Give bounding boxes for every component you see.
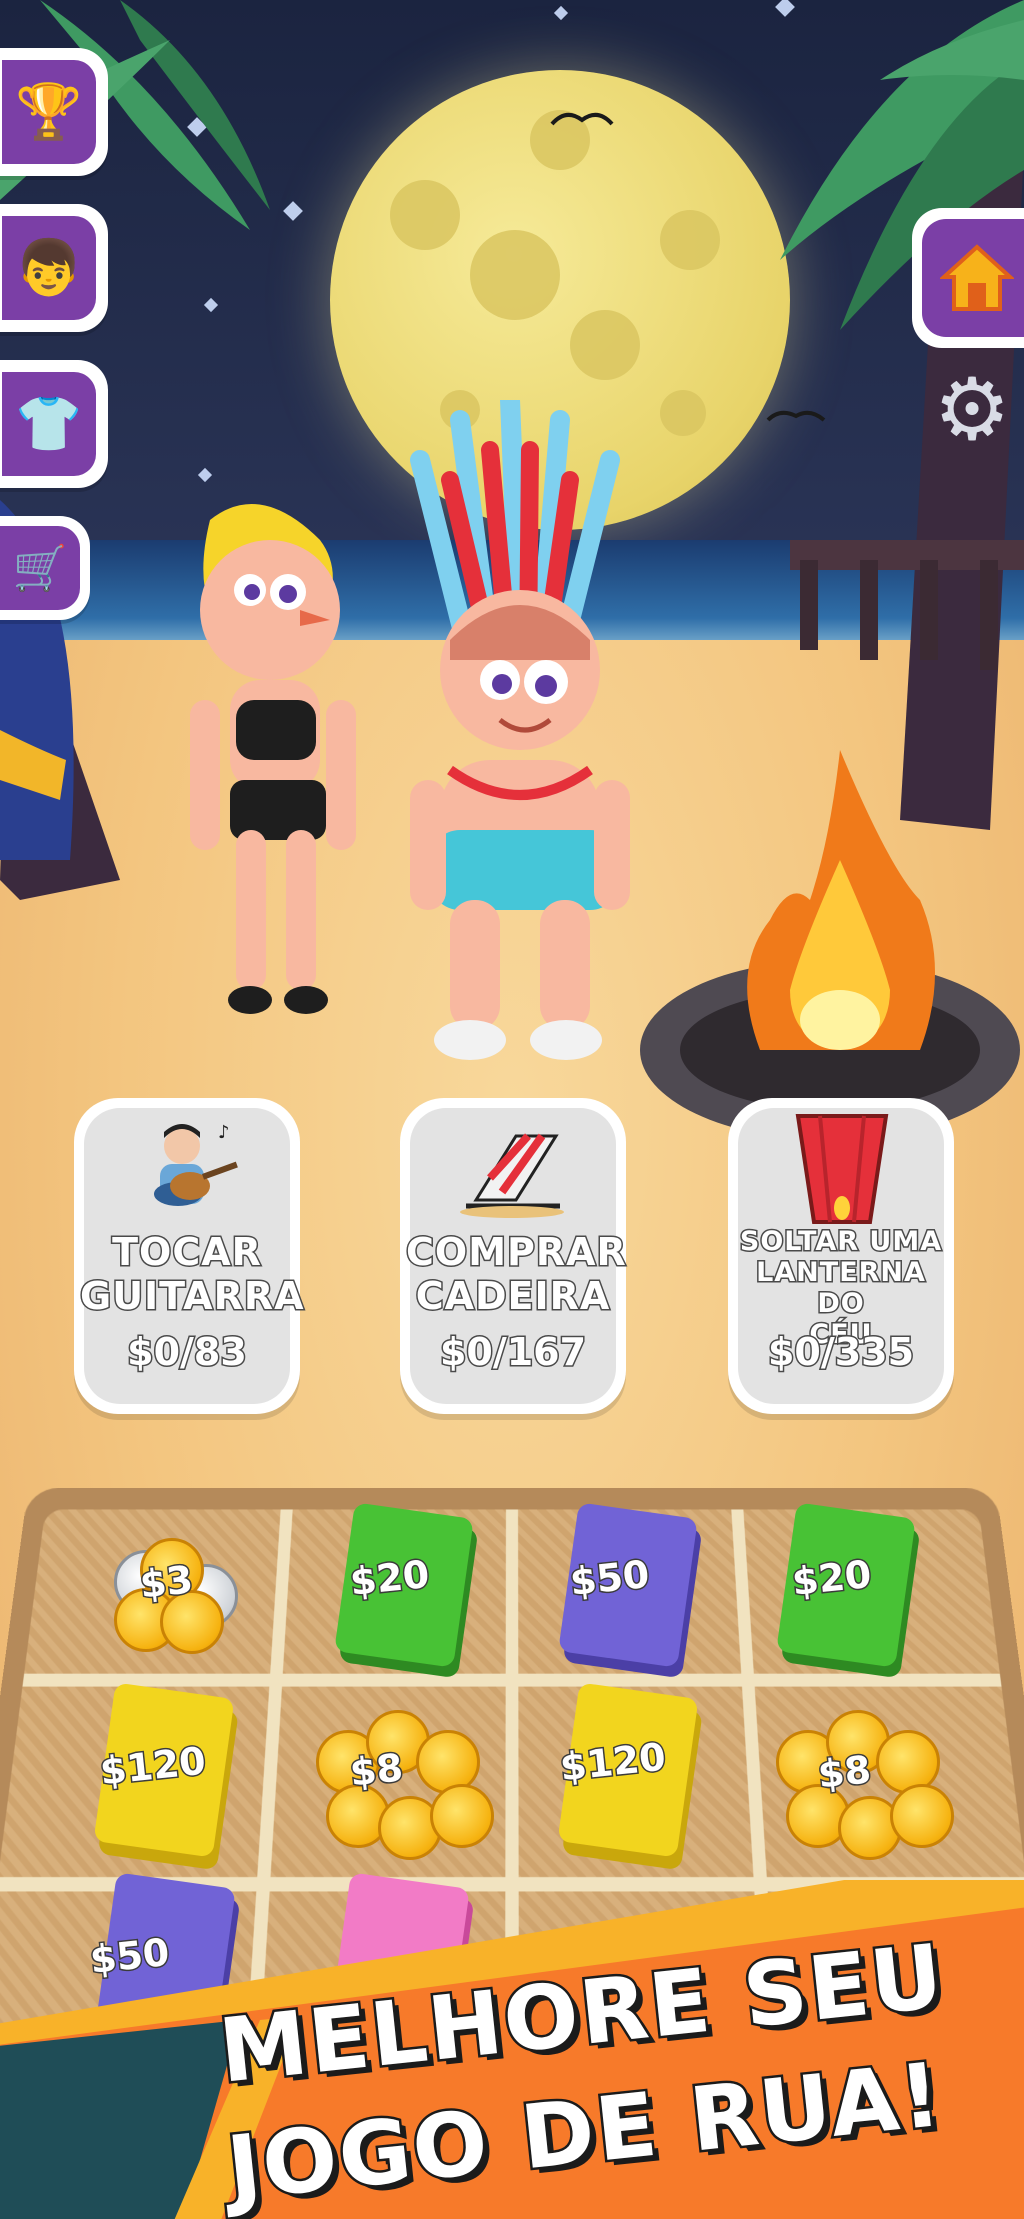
tray-slot-bill[interactable]: $20 [330,1502,530,1680]
action-title-line: CADEIRA [414,1273,611,1320]
tray-slot-bill[interactable]: $20 [776,1502,976,1680]
tray-item-value: $20 [788,1550,874,1605]
action-card-release-lantern[interactable]: SOLTAR UMA LANTERNA DO CÉU $0/335 [728,1098,954,1414]
tray-slot-bill[interactable]: $50 [554,1502,754,1680]
outfit-button[interactable]: 👕 [0,360,108,488]
action-price: $0/83 [126,1329,249,1376]
action-price: $0/335 [766,1329,915,1376]
guitar-player-icon: ♪ [154,1122,238,1206]
action-title-line: TOCAR [111,1229,263,1276]
bird-silhouette [550,112,614,126]
action-card-play-guitar[interactable]: ♪ TOCAR GUITARRA $0/83 [74,1098,306,1414]
home-icon [940,244,1014,311]
shop-button[interactable]: 🛒 [0,516,90,620]
tray-item-value: $8 [346,1744,406,1796]
pier [790,540,1024,670]
action-title-line: LANTERNA DO [755,1256,927,1321]
gear-icon[interactable]: ⚙ [930,367,1014,453]
action-price: $0/167 [438,1329,587,1376]
tray-slot-coins[interactable]: $3 [100,1530,300,1700]
tray-slot-coins[interactable]: $8 [306,1700,506,1870]
girl-character [190,504,356,1014]
tray-item-value: $3 [136,1556,196,1608]
tray-item-value: $8 [814,1746,874,1798]
tray-slot-coins[interactable]: $8 [766,1700,966,1870]
tray-item-value: $20 [346,1550,432,1605]
upgrade-character-button[interactable]: 👦 [0,204,108,332]
trophy-icon: 🏆 [15,80,83,143]
star [553,5,569,21]
tray-slot-bill[interactable]: $120 [556,1682,760,1860]
action-title-line: SOLTAR UMA [738,1225,943,1259]
character-upgrade-icon: 👦 [15,236,83,299]
campfire-flame [747,750,935,1050]
home-button[interactable] [912,208,1024,348]
beach-chair-icon [460,1133,564,1218]
sky-lantern-icon [795,1114,889,1224]
action-title-line: COMPRAR [405,1229,628,1276]
game-scene: 🏆 👦 👕 🛒 ⚙ ♪ TOCAR GUITARRA $0/83 COMPRAR… [0,0,1024,2219]
svg-text:♪: ♪ [218,1122,230,1143]
trophy-button[interactable]: 🏆 [0,48,108,176]
action-title-line: GUITARRA [79,1273,306,1320]
tray-slot-bill[interactable]: $120 [86,1682,286,1860]
cart-icon: 🛒 [12,543,68,594]
tray-item-value: $50 [566,1550,652,1605]
tshirt-icon: 👕 [15,392,83,455]
action-card-buy-chair[interactable]: COMPRAR CADEIRA $0/167 [400,1098,628,1414]
headdress-character [410,400,630,1060]
